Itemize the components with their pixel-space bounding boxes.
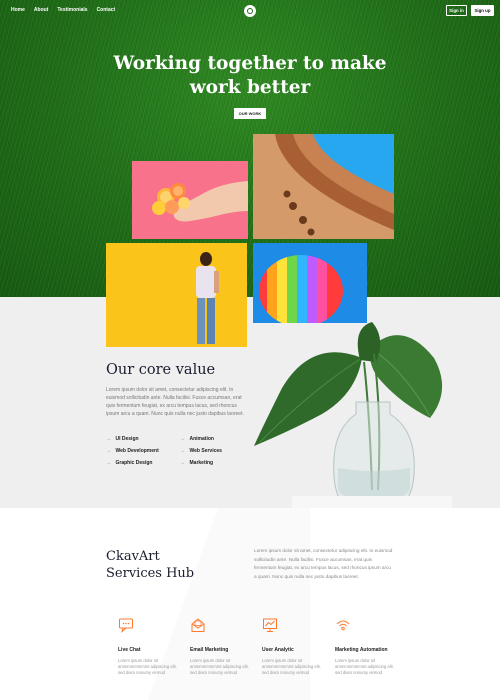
sign-in-button[interactable]: Sign in xyxy=(446,5,467,16)
value-label: UI Design xyxy=(115,436,139,442)
services-title-line1: CkavArt xyxy=(106,549,160,564)
services-title: CkavArt Services Hub xyxy=(106,548,194,582)
nav-links: Home About Testimonials Contact xyxy=(11,7,115,13)
value-label: Marketing xyxy=(189,460,214,466)
value-animation: → Animation xyxy=(180,436,214,442)
value-label: Graphic Design xyxy=(115,460,153,466)
arrow-right-icon: → xyxy=(180,436,186,442)
value-marketing: → Marketing xyxy=(180,460,213,466)
arrow-right-icon: → xyxy=(106,460,112,466)
hero-title-line1: Working together to make xyxy=(113,53,387,74)
service-text: Lorem ipsum dolor sit ammmmmmmmt adipisc… xyxy=(190,658,249,675)
arrow-right-icon: → xyxy=(180,460,186,466)
service-text: Lorem ipsum dolor sit ammmmmmmmt adipisc… xyxy=(335,658,394,675)
service-card-live-chat[interactable]: Live Chat Lorem ipsum dolor sit ammmmmmm… xyxy=(118,617,180,676)
service-name: Email Marketing xyxy=(190,647,229,653)
analytics-icon xyxy=(263,618,277,632)
nav-about-link[interactable]: About xyxy=(34,7,48,13)
service-name: Marketing Automation xyxy=(335,647,388,653)
photo-citrus-hand xyxy=(132,161,248,239)
core-value-title: Our core value xyxy=(106,362,216,378)
arrow-right-icon: → xyxy=(106,436,112,442)
plant-vase-image xyxy=(252,318,452,508)
our-work-button[interactable]: OUR WORK xyxy=(234,108,266,119)
photo-hot-air-balloon xyxy=(253,243,367,323)
value-ui-design: → UI Design xyxy=(106,436,139,442)
arrow-right-icon: → xyxy=(106,448,112,454)
service-card-marketing-automation[interactable]: Marketing Automation Lorem ipsum dolor s… xyxy=(335,617,397,676)
email-icon xyxy=(191,618,205,632)
services-description: Lorem ipsum dolor sit amet, consectetur … xyxy=(254,548,393,579)
service-card-email-marketing[interactable]: Email Marketing Lorem ipsum dolor sit am… xyxy=(190,617,252,676)
brand-logo-icon[interactable] xyxy=(244,5,256,17)
signal-icon xyxy=(336,620,350,631)
value-graphic-design: → Graphic Design xyxy=(106,460,152,466)
top-nav: Home About Testimonials Contact Sign in … xyxy=(0,0,500,22)
sign-up-button[interactable]: Sign up xyxy=(471,5,494,16)
value-label: Animation xyxy=(189,436,214,442)
nav-contact-link[interactable]: Contact xyxy=(97,7,116,13)
value-web-services: → Web Services xyxy=(180,448,222,454)
hero-title-line2: work better xyxy=(189,77,311,98)
services-title-line2: Services Hub xyxy=(106,566,195,581)
hero-section: Home About Testimonials Contact Sign in … xyxy=(0,0,500,297)
value-label: Web Services xyxy=(189,448,222,454)
value-web-development: → Web Development xyxy=(106,448,159,454)
service-text: Lorem ipsum dolor sit ammmmmmmmt adipisc… xyxy=(262,658,321,675)
service-text: Lorem ipsum dolor sit ammmmmmmmt adipisc… xyxy=(118,658,177,675)
core-value-text: Lorem ipsum dolor sit amet, consectetur … xyxy=(106,387,244,417)
photo-architecture xyxy=(253,134,394,239)
arrow-right-icon: → xyxy=(180,448,186,454)
nav-testimonials-link[interactable]: Testimonials xyxy=(57,7,87,13)
service-name: User Analytic xyxy=(262,647,294,653)
chat-icon xyxy=(119,618,133,633)
service-name: Live Chat xyxy=(118,647,141,653)
photo-woman-yellow-wall xyxy=(106,243,247,347)
value-label: Web Development xyxy=(115,448,159,454)
nav-home-link[interactable]: Home xyxy=(11,7,25,13)
service-card-user-analytic[interactable]: User Analytic Lorem ipsum dolor sit ammm… xyxy=(262,617,324,676)
hero-title: Working together to make work better xyxy=(100,52,400,100)
